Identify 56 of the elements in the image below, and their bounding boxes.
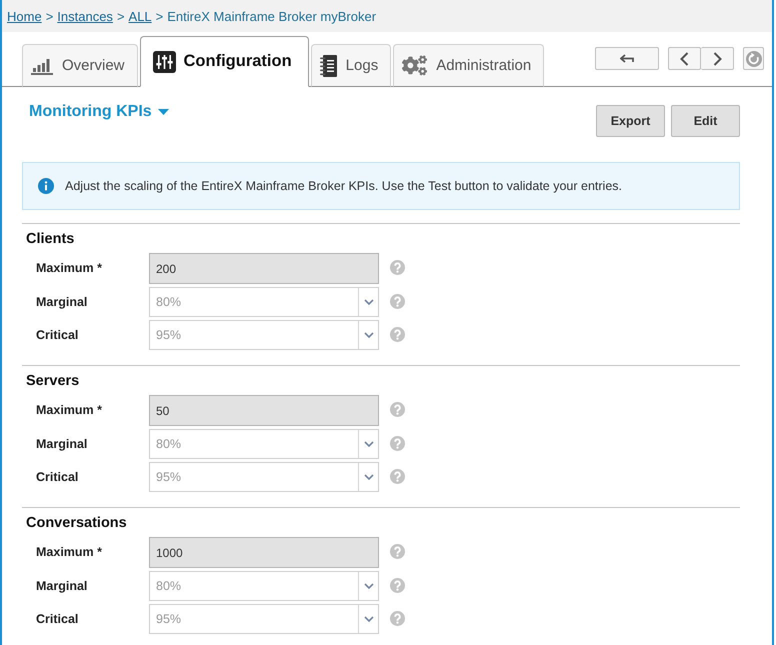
field-label: Maximum * <box>36 544 103 559</box>
breadcrumb-separator: > <box>116 8 125 24</box>
chevron-down-icon <box>364 332 374 338</box>
field-label: Marginal <box>36 294 88 309</box>
help-icon[interactable] <box>390 578 405 593</box>
edit-button[interactable]: Edit <box>671 105 740 137</box>
refresh-icon <box>746 50 762 66</box>
field-label: Critical <box>36 327 80 342</box>
chevron-down-icon <box>364 474 374 480</box>
bar-chart-icon <box>31 56 53 74</box>
gears-icon <box>402 53 428 78</box>
help-icon[interactable] <box>390 469 405 484</box>
help-icon[interactable] <box>390 611 405 626</box>
export-button[interactable]: Export <box>596 105 665 137</box>
field-label: Marginal <box>36 436 88 451</box>
section-heading: Clients <box>25 231 74 247</box>
field-label: Critical <box>36 611 80 626</box>
back-button[interactable] <box>595 47 659 70</box>
sliders-icon <box>152 50 176 72</box>
help-icon[interactable] <box>390 544 405 559</box>
breadcrumb-separator: > <box>46 8 54 24</box>
info-text: Adjust the scaling of the EntireX Mainframe Broker KPIs. Use the Test button to validate your entries. <box>65 179 622 193</box>
breadcrumb-link[interactable]: Home <box>7 8 42 24</box>
chevron-down-icon <box>364 616 374 622</box>
chevron-left-icon <box>680 52 689 66</box>
field-label: Critical <box>36 469 80 484</box>
next-button[interactable] <box>701 47 734 70</box>
breadcrumb-separator: > <box>156 8 164 24</box>
section-heading: Conversations <box>25 515 127 531</box>
chevron-down-icon <box>364 441 374 447</box>
chevron-down-icon <box>364 299 374 305</box>
tab[interactable]: Logs <box>310 44 392 87</box>
help-icon[interactable] <box>390 260 405 275</box>
notebook-icon <box>320 54 337 76</box>
back-arrow-icon <box>620 54 634 64</box>
breadcrumb-link[interactable]: ALL <box>128 8 152 24</box>
field-label: Marginal <box>36 578 88 593</box>
help-icon[interactable] <box>390 436 405 451</box>
tab[interactable]: Administration <box>393 44 544 87</box>
help-icon[interactable] <box>390 294 405 309</box>
field-label: Maximum * <box>36 402 103 417</box>
view-dropdown[interactable]: Monitoring KPIs <box>22 103 169 121</box>
tab[interactable]: Configuration <box>140 36 309 87</box>
section-heading: Servers <box>25 373 80 389</box>
info-icon <box>38 178 54 194</box>
tab[interactable]: Overview <box>22 44 138 87</box>
breadcrumb-current: EntireX Mainframe Broker myBroker <box>167 8 376 24</box>
chevron-right-icon <box>712 52 722 66</box>
refresh-button[interactable] <box>743 47 764 70</box>
previous-button[interactable] <box>668 47 701 70</box>
caret-down-icon <box>158 109 169 115</box>
help-icon[interactable] <box>390 327 405 342</box>
help-icon[interactable] <box>390 402 405 417</box>
chevron-down-icon <box>364 583 374 589</box>
breadcrumb-link[interactable]: Instances <box>57 8 113 24</box>
field-label: Maximum * <box>36 260 103 275</box>
